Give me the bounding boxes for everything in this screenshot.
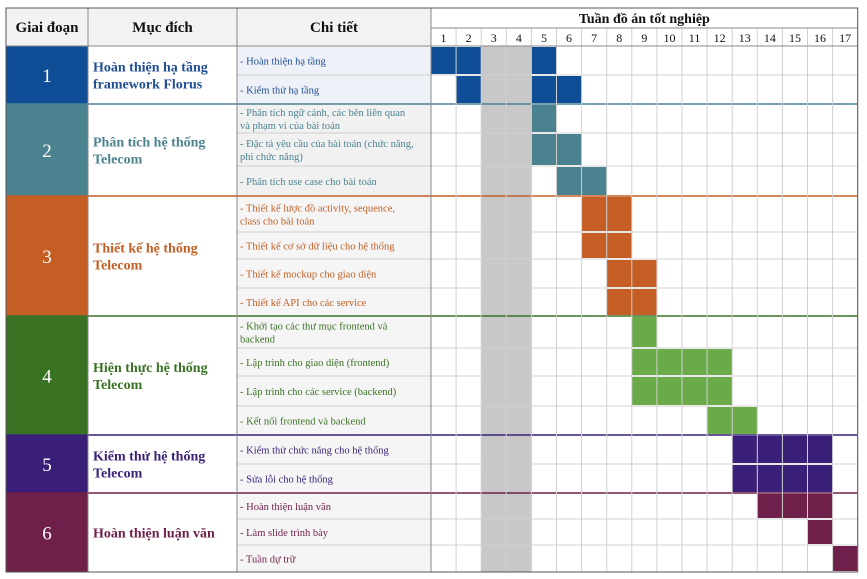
week-label-13: 13	[739, 31, 751, 45]
phase-number-6: 6	[42, 524, 52, 545]
task-label: class cho bài toán	[240, 217, 315, 228]
gantt-bar	[807, 520, 833, 544]
task-label: - Sửa lỗi cho hệ thống	[240, 475, 334, 486]
week-label-16: 16	[814, 31, 826, 45]
phase-number-4: 4	[42, 367, 52, 388]
phase-number-2: 2	[42, 141, 52, 162]
header-detail: Chi tiết	[310, 20, 358, 36]
gantt-chart: Giai đoạn Mục đích Chi tiết Tuần đồ án tốt …	[5, 7, 859, 573]
gantt-bar	[832, 546, 858, 571]
phase-number-3: 3	[42, 247, 52, 268]
gantt-bar	[757, 494, 833, 518]
task-label: - Phân tích ngữ cảnh, các bên liên quan	[240, 108, 406, 119]
task-label: - Lập trình cho giao diện (frontend)	[240, 358, 390, 369]
purpose-line: Hiện thực hệ thống	[93, 361, 208, 376]
purpose-line: Telecom	[93, 467, 143, 482]
purpose-line: Hoàn thiện hạ tầng	[93, 61, 208, 76]
task-label: - Tuần dự trữ	[240, 555, 296, 566]
week-label-17: 17	[839, 31, 851, 45]
gantt-bar	[456, 76, 482, 103]
task-label: - Hoàn thiện hạ tầng	[240, 57, 326, 68]
header-weeks-title: Tuần đồ án tốt nghiệp	[579, 12, 710, 27]
week-label-4: 4	[516, 31, 522, 45]
purpose-line: Phân tích hệ thống	[93, 136, 205, 151]
task-label: - Thiết kế API cho các service	[240, 298, 367, 309]
week-label-5: 5	[541, 31, 547, 45]
task-label: - Lập trình cho các service (backend)	[240, 387, 397, 398]
task-label: - Thiết kế lược đồ activity, sequence,	[240, 204, 395, 215]
task-label: - Làm slide trình bày	[240, 528, 329, 539]
task-label: và phạm vi của bài toán	[240, 121, 341, 132]
week-label-11: 11	[689, 31, 701, 45]
purpose-line: Hoàn thiện luận văn	[93, 527, 215, 542]
week-label-6: 6	[566, 31, 572, 45]
task-label: phi chức năng)	[240, 152, 303, 163]
week-label-12: 12	[714, 31, 726, 45]
task-label: - Kết nối frontend và backend	[240, 417, 366, 428]
week-label-8: 8	[616, 31, 622, 45]
task-label: - Thiết kế mockup cho giao diện	[240, 270, 377, 281]
purpose-line: Telecom	[93, 259, 143, 274]
task-label: - Phân tích use case cho bài toán	[240, 177, 377, 188]
task-label: - Thiết kế cơ sở dữ liệu cho hệ thống	[240, 242, 395, 253]
task-label: - Khởi tạo các thư mục frontend và	[240, 322, 388, 333]
phase-number-1: 1	[42, 66, 52, 87]
task-label: backend	[240, 335, 276, 346]
header-phase: Giai đoạn	[16, 20, 80, 36]
purpose-line: Telecom	[93, 378, 143, 393]
week-label-9: 9	[641, 31, 647, 45]
task-label: - Kiểm thử hạ tầng	[240, 86, 320, 97]
gantt-bar	[631, 317, 657, 347]
purpose-line: framework Florus	[93, 78, 203, 93]
purpose-line: Telecom	[93, 153, 143, 168]
header-purpose: Mục đích	[132, 20, 193, 36]
purpose-line: Thiết kế hệ thống	[93, 242, 198, 257]
week-label-7: 7	[591, 31, 597, 45]
task-label: - Hoàn thiện luận văn	[240, 502, 332, 513]
purpose-line: Kiểm thử hệ thống	[93, 450, 205, 465]
week-label-3: 3	[491, 31, 497, 45]
gantt-bar	[531, 105, 557, 132]
week-label-15: 15	[789, 31, 801, 45]
gantt-bar	[531, 47, 557, 74]
week-label-10: 10	[663, 31, 675, 45]
week-label-14: 14	[764, 31, 776, 45]
task-label: - Kiểm thử chức năng cho hệ thống	[240, 446, 389, 457]
week-label-2: 2	[466, 31, 472, 45]
phase-number-5: 5	[42, 455, 52, 476]
week-label-1: 1	[441, 31, 447, 45]
task-label: - Đặc tả yêu cầu của bài toán (chức năng…	[240, 139, 414, 150]
